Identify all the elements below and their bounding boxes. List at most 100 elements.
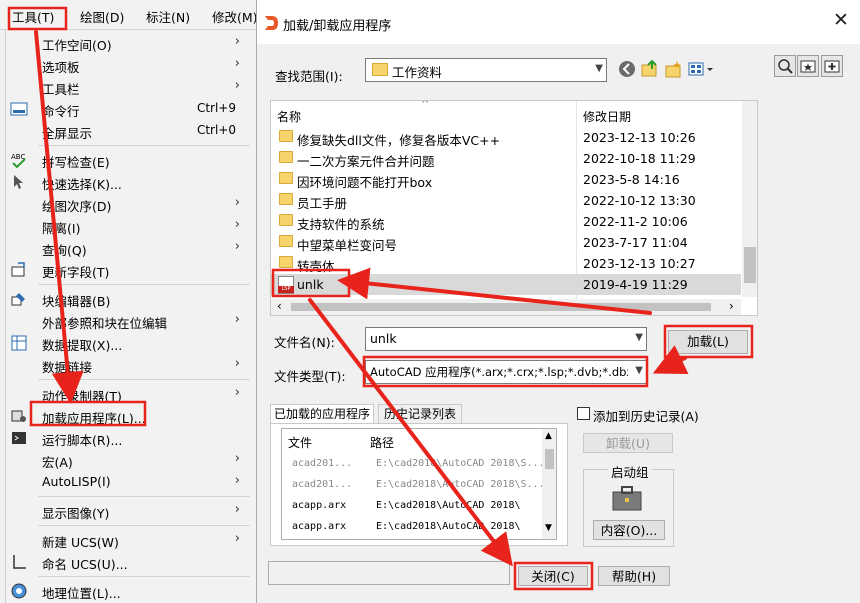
list-item[interactable]: 一二次方案元件合并问题 2022-10-18 11:29 (271, 148, 741, 169)
scrollbar-thumb[interactable] (744, 247, 756, 283)
look-in-select[interactable]: 工作资料 ▼ (365, 58, 607, 82)
file-name: 一二次方案元件合并问题 (297, 154, 435, 169)
list-item[interactable]: 转壳体 2023-12-13 10:27 (271, 253, 741, 274)
chevron-right-icon: › (234, 385, 240, 400)
menu-dimension[interactable]: 标注(N) (146, 7, 190, 26)
view-menu-icon[interactable] (687, 60, 717, 81)
menu-item-fullscreen[interactable]: 全屏显示 Ctrl+0 (6, 120, 254, 142)
column-header-name[interactable]: 名称 (277, 108, 301, 125)
contents-button[interactable]: 内容(O)... (593, 520, 665, 540)
menu-modify[interactable]: 修改(M) (212, 7, 257, 26)
list-item[interactable]: 员工手册 2022-10-12 13:30 (271, 190, 741, 211)
loaded-apps-list: 文件 路径 acad201... E:\cad2018\AutoCAD 2018… (281, 428, 557, 540)
menu-item-label: 动作录制器(T) (42, 389, 122, 404)
list-item[interactable]: 中望菜单栏变问号 2023-7-17 11:04 (271, 232, 741, 253)
list-item[interactable]: 修复缺失dll文件，修复各版本VC++ 2023-12-13 10:26 (271, 127, 741, 148)
menu-item-block-editor[interactable]: 块编辑器(B) (6, 288, 254, 310)
column-header-date[interactable]: 修改日期 (583, 108, 631, 125)
folder-icon (279, 214, 293, 226)
column-header-path[interactable]: 路径 (370, 434, 394, 451)
unload-button[interactable]: 卸载(U) (583, 433, 673, 453)
add-to-history-checkbox[interactable] (577, 407, 590, 420)
menu-separator (38, 576, 250, 577)
menu-item-isolate[interactable]: 隔离(I) › (6, 215, 254, 237)
app-file: acapp.arx (292, 521, 347, 532)
tab-history-list[interactable]: 历史记录列表 (378, 404, 462, 423)
menu-item-toolbars[interactable]: 工具栏 › (6, 76, 254, 98)
chevron-right-icon: › (234, 356, 240, 371)
scrollbar-thumb[interactable] (545, 449, 554, 469)
scroll-right-icon[interactable]: › (729, 299, 734, 313)
menu-item-data-links[interactable]: 数据链接 › (6, 354, 254, 376)
folder-icon (279, 193, 293, 205)
menu-draw[interactable]: 绘图(D) (80, 7, 124, 26)
menu-item-label: 全屏显示 (42, 126, 93, 141)
menu-item-palettes[interactable]: 选项板 › (6, 54, 254, 76)
list-item[interactable]: 支持软件的系统 2022-11-2 10:06 (271, 211, 741, 232)
close-button[interactable]: 关闭(C) (518, 566, 588, 586)
add-favorites-icon[interactable] (821, 55, 843, 77)
list-item[interactable]: acad201... E:\cad2018\AutoCAD 2018\S... (284, 475, 545, 496)
new-folder-icon[interactable] (664, 60, 684, 83)
list-item[interactable]: acad201... E:\cad2018\AutoCAD 2018\S... (284, 454, 545, 475)
up-folder-icon[interactable] (640, 59, 660, 82)
filetype-value: AutoCAD 应用程序(*.arx;*.crx;*.lsp;*.dvb;*.d… (370, 365, 628, 379)
menu-item-update-fields[interactable]: 更新字段(T) (6, 259, 254, 281)
favorites-icon[interactable] (797, 55, 819, 77)
scroll-down-icon[interactable]: ▼ (545, 523, 552, 533)
tab-loaded-applications[interactable]: 已加载的应用程序 (270, 404, 374, 424)
menu-item-geographic-location[interactable]: 地理位置(L)... (6, 580, 254, 602)
menu-item-macro[interactable]: 宏(A) › (6, 449, 254, 471)
menu-separator (38, 525, 250, 526)
sort-up-icon: ^ (421, 100, 430, 110)
scrollbar-thumb[interactable] (291, 303, 711, 311)
menu-item-label: 加载应用程序(L)... (42, 411, 146, 426)
menu-item-xref-edit[interactable]: 外部参照和块在位编辑 › (6, 310, 254, 332)
file-name: unlk (297, 277, 324, 292)
menu-item-workspace[interactable]: 工作空间(O) › (6, 32, 254, 54)
filetype-select[interactable]: AutoCAD 应用程序(*.arx;*.crx;*.lsp;*.dvb;*.d… (365, 360, 647, 384)
menu-item-quick-select[interactable]: 快速选择(K)... (6, 171, 254, 193)
app-path: E:\cad2018\AutoCAD 2018\S... (376, 458, 545, 469)
menu-item-spell-check[interactable]: ABC 拼写检查(E) (6, 149, 254, 171)
vertical-scrollbar[interactable]: ▲ ▼ (542, 429, 556, 539)
quick-select-icon (10, 173, 28, 191)
list-item[interactable]: 因环境问题不能打开box 2023-5-8 14:16 (271, 169, 741, 190)
menu-item-data-extraction[interactable]: 数据提取(X)... (6, 332, 254, 354)
menu-item-action-recorder[interactable]: 动作录制器(T) › (6, 383, 254, 405)
vertical-scrollbar[interactable] (742, 101, 757, 297)
menu-tools[interactable]: 工具(T) (12, 7, 54, 26)
menu-item-load-application[interactable]: 加载应用程序(L)... (6, 405, 254, 427)
update-field-icon (10, 261, 28, 279)
menu-item-draw-order[interactable]: 绘图次序(D) › (6, 193, 254, 215)
load-button[interactable]: 加载(L) (668, 330, 748, 354)
close-icon[interactable]: ✕ (833, 9, 849, 31)
menu-item-inquiry[interactable]: 查询(Q) › (6, 237, 254, 259)
file-name: 因环境问题不能打开box (297, 175, 433, 190)
find-file-icon[interactable] (774, 55, 796, 77)
chevron-right-icon: › (234, 217, 240, 232)
scroll-up-icon[interactable]: ▲ (545, 431, 552, 441)
menu-item-named-ucs[interactable]: 命名 UCS(U)... (6, 551, 254, 573)
list-item-selected[interactable]: LSP unlk 2019-4-19 11:29 (271, 274, 741, 295)
file-name: 转壳体 (297, 259, 335, 274)
help-button[interactable]: 帮助(H) (598, 566, 670, 586)
app-path: E:\cad2018\AutoCAD 2018\ (376, 500, 521, 511)
menu-item-new-ucs[interactable]: 新建 UCS(W) › (6, 529, 254, 551)
horizontal-scrollbar[interactable]: ‹ › (271, 299, 741, 315)
scroll-left-icon[interactable]: ‹ (277, 299, 282, 313)
menu-item-label: 新建 UCS(W) (42, 535, 119, 550)
chevron-right-icon: › (234, 473, 240, 488)
menu-item-autolisp[interactable]: AutoLISP(I) › (6, 471, 254, 493)
menu-item-display-image[interactable]: 显示图像(Y) › (6, 500, 254, 522)
list-item[interactable]: acapp.arx E:\cad2018\AutoCAD 2018\ (284, 517, 542, 538)
menu-item-run-script[interactable]: 运行脚本(R)... (6, 427, 254, 449)
menu-item-label: 查询(Q) (42, 243, 87, 258)
menu-item-command-line[interactable]: 命令行 Ctrl+9 (6, 98, 254, 120)
column-header-file[interactable]: 文件 (288, 434, 312, 451)
folder-icon (279, 235, 293, 247)
filename-input[interactable]: unlk ▼ (365, 327, 647, 351)
briefcase-icon[interactable] (611, 484, 643, 515)
back-icon[interactable] (618, 60, 636, 81)
list-item[interactable]: acapp.arx E:\cad2018\AutoCAD 2018\ (284, 496, 542, 517)
